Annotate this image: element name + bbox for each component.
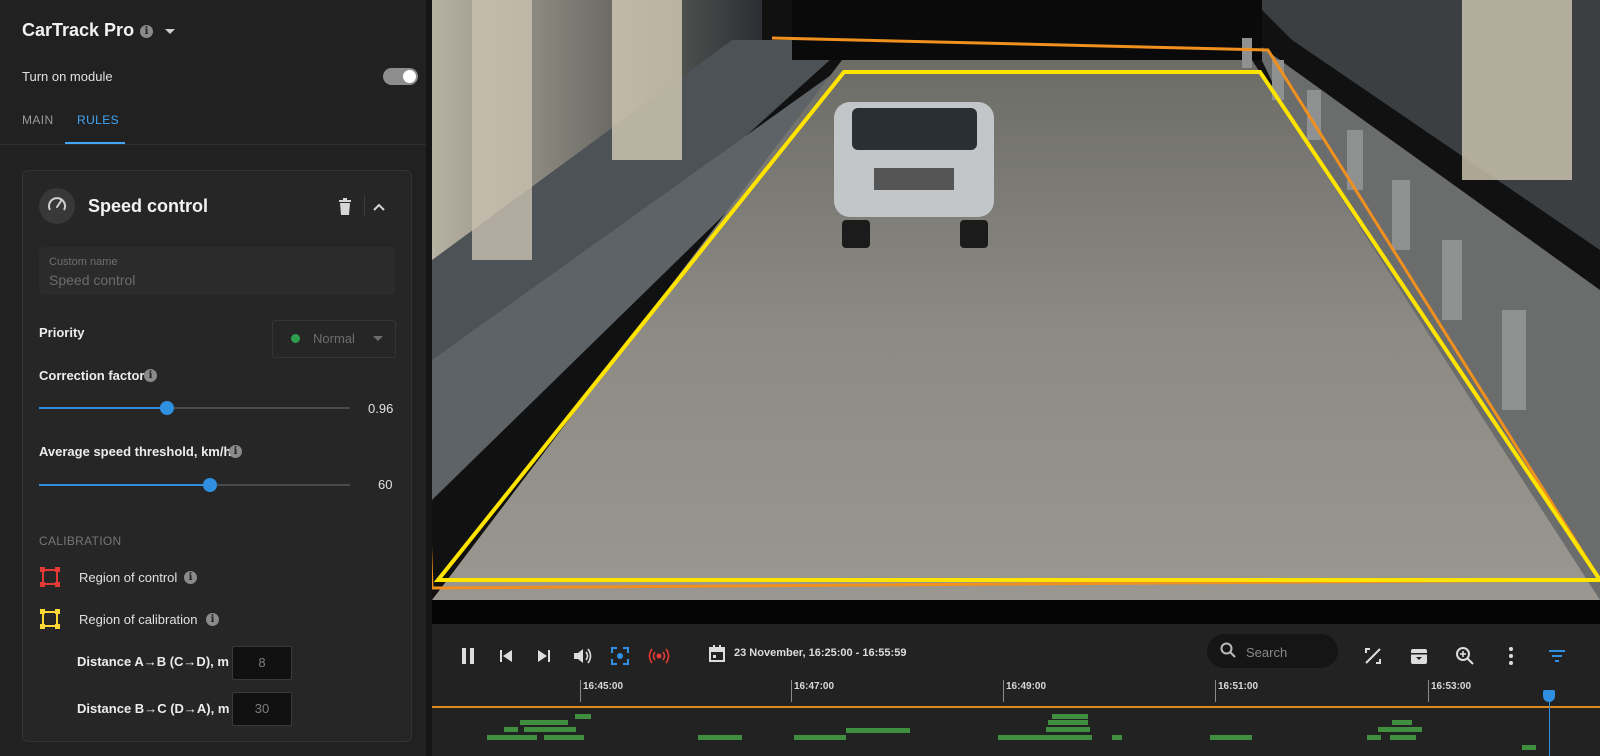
fit-screen-icon[interactable] [609, 645, 631, 667]
timeline-tick-label: 16:45:00 [583, 681, 624, 692]
timeline-tick-label: 16:51:00 [1218, 681, 1259, 692]
timeline-tick-label: 16:49:00 [1006, 681, 1047, 692]
playhead-handle[interactable] [1543, 690, 1555, 702]
distance-ab-label: Distance A→B (C→D), m [77, 654, 229, 669]
speed-threshold-thumb[interactable] [203, 478, 218, 492]
app-title: CarTrack Pro [22, 20, 134, 41]
custom-name-value[interactable]: Speed control [49, 272, 135, 288]
module-toggle[interactable] [383, 68, 418, 85]
header-divider [364, 195, 365, 217]
archive-icon[interactable] [1408, 645, 1430, 667]
toggle-knob [403, 70, 416, 83]
speed-threshold-value: 60 [378, 477, 393, 492]
info-icon[interactable]: i [184, 571, 197, 584]
speedometer-icon [39, 188, 75, 224]
chevron-up-icon[interactable] [372, 200, 386, 214]
skip-previous-icon[interactable] [495, 645, 517, 667]
info-icon[interactable]: i [140, 25, 153, 38]
zones-off-icon[interactable] [1362, 645, 1384, 667]
speed-threshold-label: Average speed threshold, km/h [39, 444, 232, 459]
module-toggle-label: Turn on module [22, 69, 113, 84]
region-control-icon[interactable] [40, 567, 60, 592]
region-control-label[interactable]: Region of control [79, 570, 177, 585]
filter-icon[interactable] [1546, 645, 1568, 667]
skip-next-icon[interactable] [533, 645, 555, 667]
timeline-tick-line [791, 680, 792, 702]
info-icon[interactable]: i [206, 613, 219, 626]
region-calibration-icon[interactable] [40, 609, 60, 634]
playhead-line [1549, 700, 1550, 756]
video-frame[interactable] [432, 0, 1600, 624]
info-icon[interactable]: i [144, 369, 157, 382]
distance-bc-label: Distance B→C (D→A), m [77, 701, 230, 716]
distance-ab-input[interactable]: 8 [232, 646, 292, 680]
speed-threshold-fill [39, 484, 211, 486]
tab-rules[interactable]: RULES [77, 113, 119, 127]
search-placeholder: Search [1246, 645, 1288, 660]
timeline-tick-line [1215, 680, 1216, 702]
tab-main[interactable]: MAIN [22, 113, 54, 127]
correction-factor-value: 0.96 [368, 401, 394, 416]
timeline-tick-label: 16:47:00 [794, 681, 835, 692]
correction-factor-thumb[interactable] [159, 401, 174, 415]
pause-icon[interactable] [457, 645, 479, 667]
calendar-icon[interactable] [707, 644, 729, 666]
timeline-tick-line [580, 680, 581, 702]
app-title-text: CarTrack Pro [22, 20, 135, 40]
event-segments[interactable] [432, 708, 1600, 756]
info-icon[interactable]: i [229, 445, 242, 458]
rule-title: Speed control [88, 196, 209, 216]
priority-value: Normal [313, 331, 355, 346]
tabs-divider [0, 144, 426, 145]
dropdown-caret-icon[interactable] [373, 336, 383, 341]
timeline-tick-label: 16:53:00 [1431, 681, 1472, 692]
search-icon [1219, 641, 1237, 664]
more-vert-icon[interactable] [1500, 645, 1522, 667]
correction-factor-fill [39, 407, 167, 409]
date-range[interactable]: 23 November, 16:25:00 - 16:55:59 [734, 647, 906, 659]
trash-icon[interactable] [334, 196, 356, 218]
volume-icon[interactable] [571, 645, 593, 667]
timeline-tick-line [1003, 680, 1004, 702]
priority-status-dot [291, 334, 300, 343]
region-calibration-label[interactable]: Region of calibration [79, 612, 198, 627]
custom-name-label: Custom name [49, 256, 118, 268]
dropdown-caret-icon[interactable] [165, 29, 175, 34]
correction-factor-label: Correction factor [39, 368, 145, 383]
live-broadcast-icon[interactable] [647, 645, 670, 667]
zoom-in-icon[interactable] [1454, 645, 1476, 667]
timeline-tick-line [1428, 680, 1429, 702]
priority-label: Priority [39, 325, 85, 340]
calibration-heading: CALIBRATION [39, 534, 122, 548]
distance-bc-input[interactable]: 30 [232, 692, 292, 726]
